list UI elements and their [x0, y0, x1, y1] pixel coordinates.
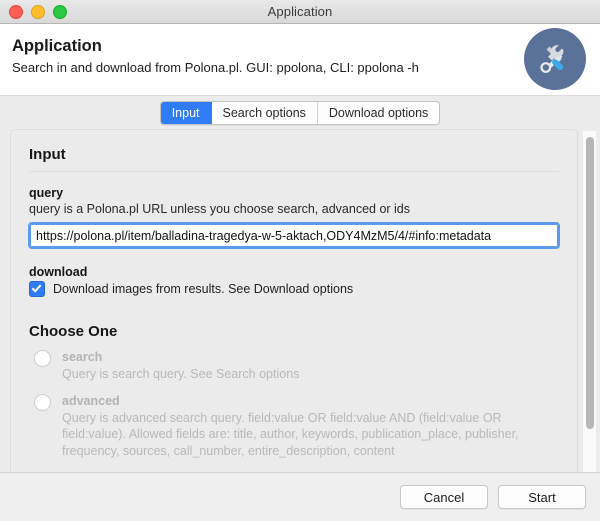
vertical-scrollbar[interactable]: [582, 131, 596, 472]
radio-search-label: search: [62, 350, 103, 364]
download-images-checkbox[interactable]: [29, 281, 45, 297]
page-subtitle: Search in and download from Polona.pl. G…: [12, 60, 419, 75]
radio-advanced-description: Query is advanced search query. field:va…: [62, 410, 519, 458]
minimize-button[interactable]: [31, 4, 45, 19]
radio-search[interactable]: [34, 350, 51, 367]
radio-option-advanced[interactable]: advanced Query is advanced search query.…: [29, 393, 559, 460]
section-divider: [29, 171, 559, 172]
header-text-block: Application Search in and download from …: [12, 36, 419, 76]
window-controls: [9, 0, 67, 23]
tab-input[interactable]: Input: [160, 102, 212, 124]
content-area: Input query query is a Polona.pl URL unl…: [0, 129, 600, 472]
section-title-input: Input: [29, 146, 66, 163]
choose-one-title: Choose One: [29, 323, 118, 340]
tools-icon: [524, 28, 586, 90]
maximize-button[interactable]: [53, 4, 67, 19]
download-images-label: Download images from results. See Downlo…: [53, 282, 354, 296]
cancel-button[interactable]: Cancel: [400, 485, 488, 509]
query-input[interactable]: [28, 222, 560, 249]
close-button[interactable]: [9, 4, 23, 19]
page-title: Application: [12, 37, 102, 55]
dialog-footer: Cancel Start: [0, 472, 600, 521]
title-bar: Application: [0, 0, 600, 24]
query-hint: query is a Polona.pl URL unless you choo…: [29, 202, 411, 216]
window-title: Application: [267, 4, 333, 19]
input-panel: Input query query is a Polona.pl URL unl…: [10, 129, 578, 472]
tab-bar: Input Search options Download options: [0, 96, 600, 129]
download-images-checkbox-row[interactable]: Download images from results. See Downlo…: [29, 281, 559, 297]
start-button[interactable]: Start: [498, 485, 586, 509]
application-window: Application Application Search in and do…: [0, 0, 600, 521]
tab-download-options[interactable]: Download options: [317, 102, 440, 124]
radio-advanced-label: advanced: [62, 393, 120, 408]
radio-advanced[interactable]: [34, 393, 51, 411]
tab-search-options[interactable]: Search options: [211, 102, 318, 124]
query-label: query: [29, 186, 64, 200]
app-header: Application Search in and download from …: [0, 24, 600, 96]
radio-option-search[interactable]: search Query is search query. See Search…: [29, 349, 559, 383]
download-label: download: [29, 265, 88, 279]
scrollbar-thumb[interactable]: [586, 137, 594, 429]
radio-search-description: Query is search query. See Search option…: [62, 367, 300, 381]
